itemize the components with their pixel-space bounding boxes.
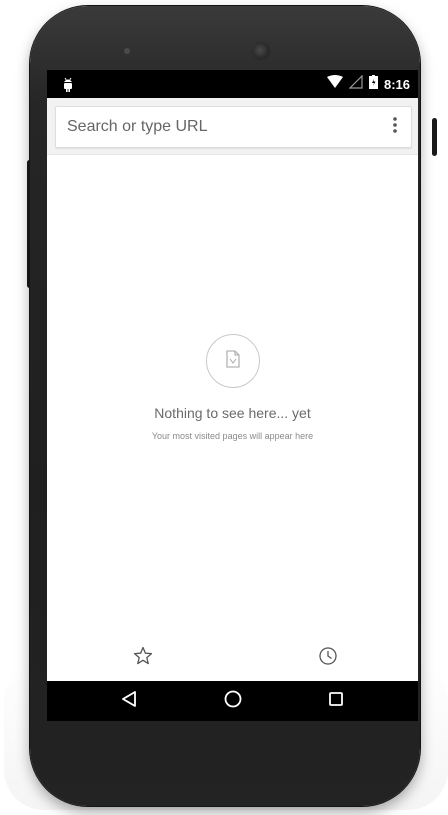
- power-button: [432, 118, 437, 156]
- empty-state-subtitle: Your most visited pages will appear here: [151, 431, 314, 441]
- url-search-input[interactable]: [67, 107, 367, 147]
- device-stage: 8:16 Search or type URL Nothing to see h…: [0, 0, 448, 815]
- overflow-menu-button[interactable]: [385, 115, 405, 139]
- recents-icon: [327, 690, 345, 713]
- home-button[interactable]: [221, 689, 245, 713]
- status-time: 8:16: [383, 76, 410, 92]
- home-icon: [223, 689, 243, 714]
- omnibox: [55, 106, 412, 148]
- browser-toolbar: [47, 98, 418, 155]
- navigation-bar: [47, 681, 418, 721]
- front-camera: [252, 42, 270, 60]
- status-icons: 8:16: [326, 70, 410, 98]
- bookmark-star-icon: [133, 646, 153, 671]
- history-button[interactable]: [315, 645, 341, 671]
- history-clock-icon: [318, 646, 338, 671]
- status-bar: 8:16: [47, 70, 418, 98]
- proximity-sensor: [124, 48, 130, 54]
- empty-state: Nothing to see here... yet Your most vis…: [47, 334, 418, 441]
- signal-icon: [348, 74, 363, 94]
- back-button[interactable]: [117, 689, 141, 713]
- battery-icon: [368, 74, 378, 94]
- bottom-toolbar: [47, 634, 418, 681]
- android-debug-icon: [61, 76, 75, 92]
- wifi-icon: [326, 75, 343, 93]
- browser-screen: 8:16 Search or type URL Nothing to see h…: [47, 70, 418, 721]
- overflow-menu-icon: [393, 116, 397, 138]
- empty-state-circle: [205, 334, 260, 388]
- back-icon: [120, 690, 138, 713]
- page-icon: [225, 349, 241, 373]
- bookmarks-button[interactable]: [130, 645, 156, 671]
- recents-button[interactable]: [324, 689, 348, 713]
- empty-state-title: Nothing to see here... yet: [154, 405, 311, 421]
